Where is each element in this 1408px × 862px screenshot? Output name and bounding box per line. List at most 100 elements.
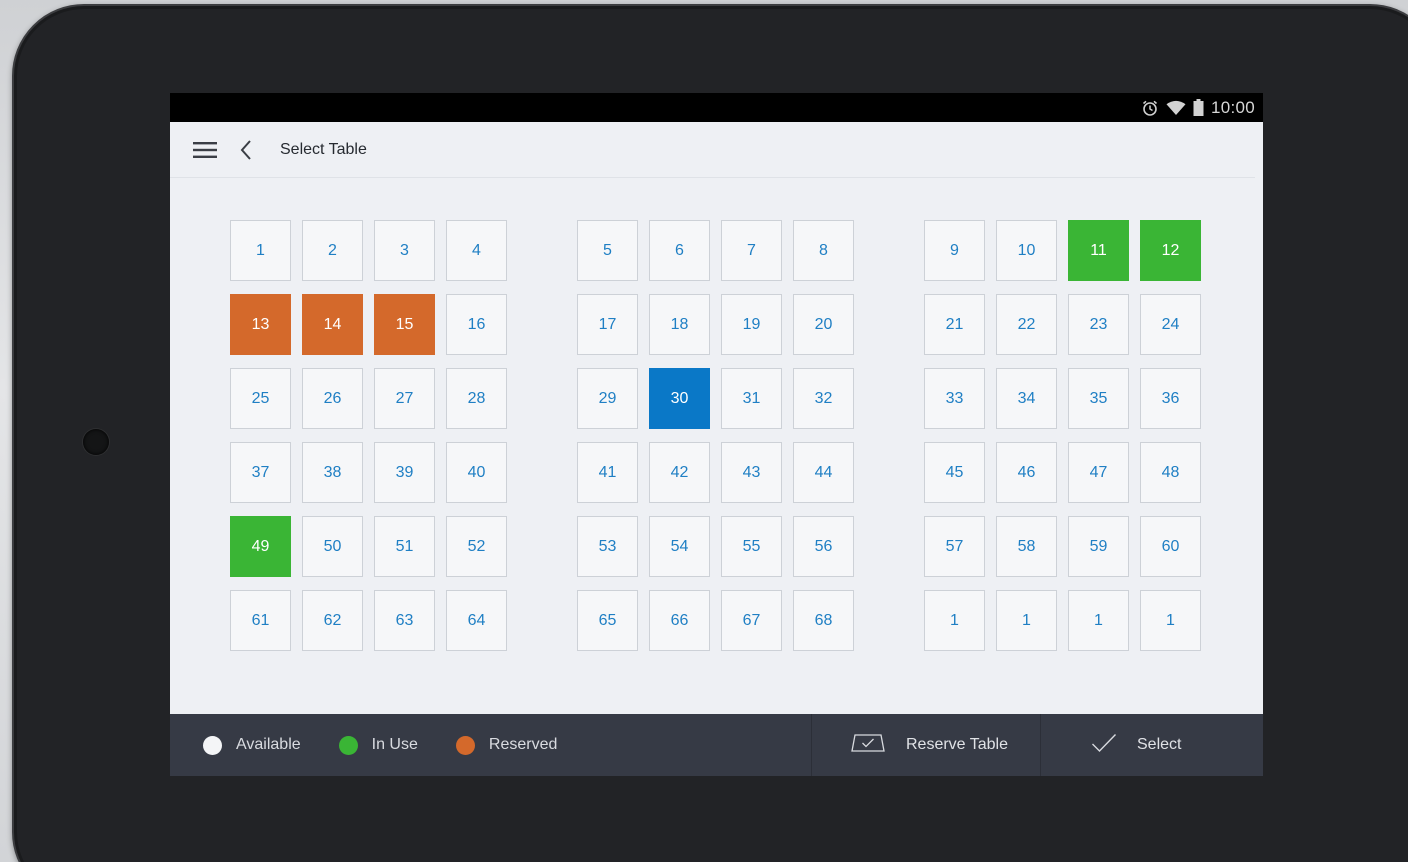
table-cell-available[interactable]: 59 bbox=[1068, 516, 1129, 577]
table-cell-available[interactable]: 23 bbox=[1068, 294, 1129, 355]
wifi-icon bbox=[1166, 100, 1186, 116]
table-cell-available[interactable]: 10 bbox=[996, 220, 1057, 281]
alarm-icon bbox=[1141, 99, 1159, 117]
table-cell-available[interactable]: 1 bbox=[996, 590, 1057, 651]
table-cell-available[interactable]: 39 bbox=[374, 442, 435, 503]
table-cell-reserved[interactable]: 15 bbox=[374, 294, 435, 355]
table-group-left: 1 2 3 4 13 14 15 16 25 26 27 28 37 38 39 40 49 50 51 52 61 62… bbox=[230, 220, 507, 651]
table-cell-available[interactable]: 44 bbox=[793, 442, 854, 503]
table-cell-available[interactable]: 18 bbox=[649, 294, 710, 355]
table-cell-reserved[interactable]: 13 bbox=[230, 294, 291, 355]
table-cell-available[interactable]: 33 bbox=[924, 368, 985, 429]
table-cell-available[interactable]: 61 bbox=[230, 590, 291, 651]
legend-available: Available bbox=[203, 735, 301, 755]
table-grid: 1 2 3 4 13 14 15 16 25 26 27 28 37 38 39 40 49 50 51 52 61 62… bbox=[230, 220, 1201, 651]
table-cell-available[interactable]: 27 bbox=[374, 368, 435, 429]
table-cell-available[interactable]: 7 bbox=[721, 220, 782, 281]
table-cell-available[interactable]: 26 bbox=[302, 368, 363, 429]
table-cell-available[interactable]: 52 bbox=[446, 516, 507, 577]
available-dot bbox=[203, 735, 222, 755]
table-cell-available[interactable]: 60 bbox=[1140, 516, 1201, 577]
table-cell-available[interactable]: 1 bbox=[1140, 590, 1201, 651]
table-cell-available[interactable]: 65 bbox=[577, 590, 638, 651]
table-cell-available[interactable]: 58 bbox=[996, 516, 1057, 577]
table-cell-available[interactable]: 35 bbox=[1068, 368, 1129, 429]
table-cell-reserved[interactable]: 14 bbox=[302, 294, 363, 355]
table-cell-available[interactable]: 42 bbox=[649, 442, 710, 503]
table-cell-available[interactable]: 53 bbox=[577, 516, 638, 577]
table-cell-available[interactable]: 68 bbox=[793, 590, 854, 651]
in-use-dot bbox=[338, 735, 358, 755]
hamburger-menu-icon[interactable] bbox=[192, 137, 218, 163]
battery-icon bbox=[1193, 99, 1204, 116]
table-cell-available[interactable]: 34 bbox=[996, 368, 1057, 429]
table-cell-available[interactable]: 48 bbox=[1140, 442, 1201, 503]
table-cell-available[interactable]: 56 bbox=[793, 516, 854, 577]
table-cell-selected[interactable]: 30 bbox=[649, 368, 710, 429]
bottom-actions: Reserve Table Select bbox=[811, 714, 1263, 776]
table-cell-available[interactable]: 38 bbox=[302, 442, 363, 503]
table-cell-available[interactable]: 50 bbox=[302, 516, 363, 577]
reserve-table-button[interactable]: Reserve Table bbox=[811, 714, 1040, 776]
bottom-bar: Available In Use Reserved Reserve Table bbox=[170, 714, 1263, 776]
legend-reserved-label: Reserved bbox=[488, 736, 558, 753]
table-cell-available[interactable]: 21 bbox=[924, 294, 985, 355]
table-cell-available[interactable]: 57 bbox=[924, 516, 985, 577]
table-cell-available[interactable]: 28 bbox=[446, 368, 507, 429]
table-group-center: 5 6 7 8 17 18 19 20 29 30 31 32 41 42 43 44 53 54 55 56 65 66… bbox=[577, 220, 854, 651]
table-cell-available[interactable]: 46 bbox=[996, 442, 1057, 503]
legend-reserved: Reserved bbox=[455, 735, 558, 755]
table-cell-available[interactable]: 4 bbox=[446, 220, 507, 281]
legend-available-label: Available bbox=[236, 736, 301, 753]
reserve-table-icon bbox=[850, 733, 906, 758]
table-cell-available[interactable]: 62 bbox=[302, 590, 363, 651]
table-cell-available[interactable]: 6 bbox=[649, 220, 710, 281]
table-cell-available[interactable]: 37 bbox=[230, 442, 291, 503]
table-cell-available[interactable]: 55 bbox=[721, 516, 782, 577]
table-cell-available[interactable]: 3 bbox=[374, 220, 435, 281]
table-cell-available[interactable]: 16 bbox=[446, 294, 507, 355]
table-cell-available[interactable]: 1 bbox=[1068, 590, 1129, 651]
select-label: Select bbox=[1137, 736, 1182, 753]
table-cell-available[interactable]: 22 bbox=[996, 294, 1057, 355]
table-cell-available[interactable]: 2 bbox=[302, 220, 363, 281]
table-cell-available[interactable]: 64 bbox=[446, 590, 507, 651]
table-cell-available[interactable]: 5 bbox=[577, 220, 638, 281]
table-cell-available[interactable]: 43 bbox=[721, 442, 782, 503]
status-clock: 10:00 bbox=[1210, 97, 1255, 117]
chevron-left-icon[interactable] bbox=[234, 137, 258, 163]
table-cell-inuse[interactable]: 12 bbox=[1140, 220, 1201, 281]
page-title: Select Table bbox=[280, 140, 367, 158]
table-cell-available[interactable]: 29 bbox=[577, 368, 638, 429]
table-cell-available[interactable]: 45 bbox=[924, 442, 985, 503]
table-cell-available[interactable]: 51 bbox=[374, 516, 435, 577]
reserve-table-label: Reserve Table bbox=[906, 736, 1008, 753]
table-cell-available[interactable]: 20 bbox=[793, 294, 854, 355]
table-cell-inuse[interactable]: 11 bbox=[1068, 220, 1129, 281]
table-cell-available[interactable]: 40 bbox=[446, 442, 507, 503]
table-cell-available[interactable]: 17 bbox=[577, 294, 638, 355]
checkmark-icon bbox=[1091, 733, 1137, 758]
table-cell-available[interactable]: 8 bbox=[793, 220, 854, 281]
table-cell-inuse[interactable]: 49 bbox=[230, 516, 291, 577]
table-cell-available[interactable]: 9 bbox=[924, 220, 985, 281]
table-cell-available[interactable]: 31 bbox=[721, 368, 782, 429]
table-cell-available[interactable]: 19 bbox=[721, 294, 782, 355]
table-cell-available[interactable]: 66 bbox=[649, 590, 710, 651]
table-cell-available[interactable]: 41 bbox=[577, 442, 638, 503]
table-cell-available[interactable]: 24 bbox=[1140, 294, 1201, 355]
app-screen: 10:00 Select Table 1 2 3 4 13 14 15 16 25 26 27 28 3… bbox=[170, 93, 1263, 776]
legend-in-use-label: In Use bbox=[371, 736, 418, 753]
table-group-right: 9 10 11 12 21 22 23 24 33 34 35 36 45 46 47 48 57 58 59 60 1… bbox=[924, 220, 1201, 651]
table-cell-available[interactable]: 67 bbox=[721, 590, 782, 651]
table-cell-available[interactable]: 1 bbox=[230, 220, 291, 281]
table-cell-available[interactable]: 25 bbox=[230, 368, 291, 429]
table-cell-available[interactable]: 36 bbox=[1140, 368, 1201, 429]
table-cell-available[interactable]: 1 bbox=[924, 590, 985, 651]
table-cell-available[interactable]: 47 bbox=[1068, 442, 1129, 503]
table-cell-available[interactable]: 32 bbox=[793, 368, 854, 429]
select-button[interactable]: Select bbox=[1040, 714, 1263, 776]
table-cell-available[interactable]: 63 bbox=[374, 590, 435, 651]
table-cell-available[interactable]: 54 bbox=[649, 516, 710, 577]
camera-lens bbox=[83, 429, 109, 455]
